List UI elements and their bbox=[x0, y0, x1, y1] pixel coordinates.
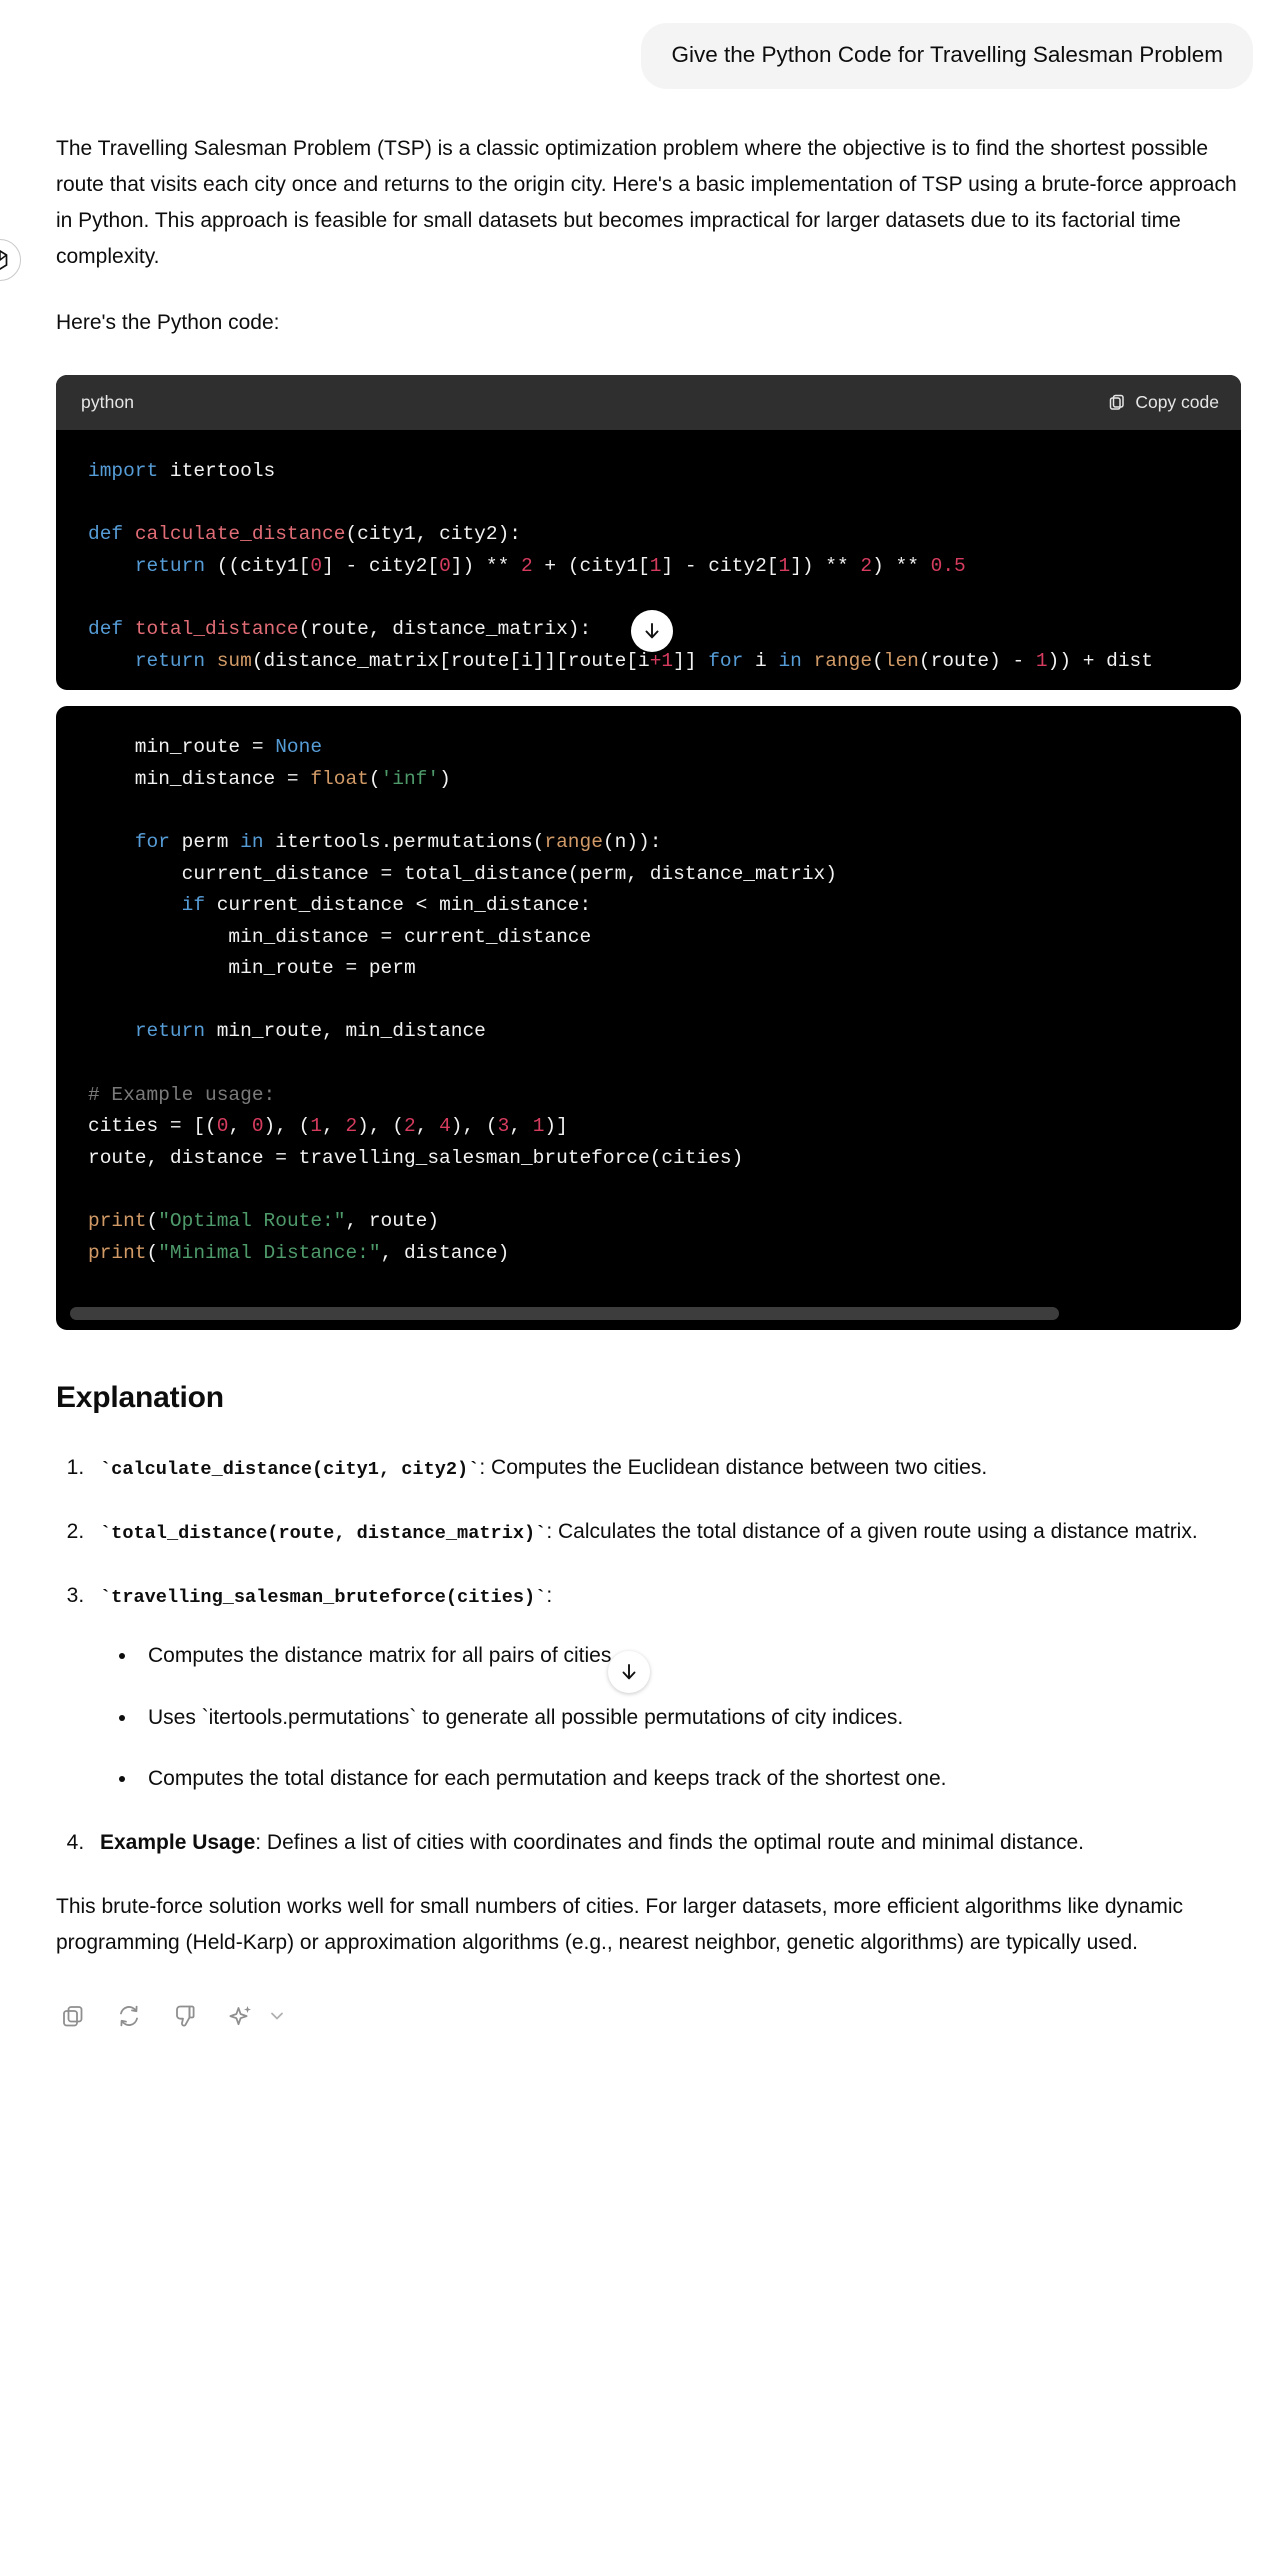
explanation-heading: Explanation bbox=[56, 1381, 224, 1415]
explanation-sublist: Computes the distance matrix for all pai… bbox=[100, 1638, 1221, 1797]
explanation-item-2-text: : Calculates the total distance of a giv… bbox=[546, 1519, 1198, 1543]
copy-icon bbox=[1108, 393, 1126, 411]
code-block-1: python Copy code import itertools def ca… bbox=[56, 375, 1241, 691]
arrow-down-icon bbox=[641, 620, 663, 642]
sparkle-icon[interactable] bbox=[226, 2001, 256, 2031]
explanation-subitem-3: Computes the total distance for each per… bbox=[138, 1761, 1221, 1797]
chevron-down-icon[interactable] bbox=[266, 2001, 288, 2031]
intro-paragraph: The Travelling Salesman Problem (TSP) is… bbox=[56, 136, 1237, 268]
scroll-to-bottom-button-1[interactable] bbox=[631, 610, 673, 653]
code-lead-in: Here's the Python code: bbox=[56, 311, 280, 335]
inline-code-calculate-distance: `calculate_distance(city1, city2)` bbox=[100, 1458, 480, 1480]
scroll-to-bottom-button-2[interactable] bbox=[608, 1650, 650, 1693]
explanation-item-3-text: : bbox=[546, 1583, 553, 1607]
thumbs-down-icon[interactable] bbox=[170, 2001, 200, 2031]
code-block-2-content[interactable]: min_route = None min_distance = float('i… bbox=[56, 706, 1241, 1295]
code-block-2: min_route = None min_distance = float('i… bbox=[56, 706, 1241, 1331]
explanation-item-2: `total_distance(route, distance_matrix)`… bbox=[90, 1514, 1221, 1550]
copy-icon[interactable] bbox=[58, 2001, 88, 2031]
user-message-row: Give the Python Code for Travelling Sale… bbox=[0, 0, 1281, 89]
regenerate-icon[interactable] bbox=[114, 2001, 144, 2031]
inline-code-total-distance: `total_distance(route, distance_matrix)` bbox=[100, 1522, 547, 1544]
assistant-message-row: The Travelling Salesman Problem (TSP) is… bbox=[0, 89, 1281, 2062]
code-block-separator bbox=[56, 690, 1241, 706]
assistant-body: The Travelling Salesman Problem (TSP) is… bbox=[0, 131, 1281, 2062]
copy-code-button[interactable]: Copy code bbox=[1108, 387, 1219, 417]
code-horizontal-scrollbar[interactable] bbox=[70, 1307, 1227, 1321]
explanation-item-1: `calculate_distance(city1, city2)`: Comp… bbox=[90, 1450, 1221, 1486]
explanation-item-4: Example Usage: Defines a list of cities … bbox=[90, 1825, 1221, 1861]
code-block-1-header: python Copy code bbox=[56, 375, 1241, 431]
code-language-label: python bbox=[81, 392, 135, 413]
user-message-text: Give the Python Code for Travelling Sale… bbox=[671, 42, 1223, 67]
copy-code-label: Copy code bbox=[1135, 392, 1219, 413]
explanation-item-4-label: Example Usage bbox=[100, 1831, 256, 1855]
message-action-bar bbox=[56, 1961, 1241, 2061]
arrow-down-icon bbox=[618, 1661, 640, 1683]
closing-paragraph: This brute-force solution works well for… bbox=[56, 1895, 1184, 1955]
code-scrollbar-thumb[interactable] bbox=[70, 1307, 1060, 1321]
explanation-subitem-1: Computes the distance matrix for all pai… bbox=[138, 1638, 1221, 1674]
explanation-item-4-text: : Defines a list of cities with coordina… bbox=[255, 1831, 1085, 1855]
user-message-bubble[interactable]: Give the Python Code for Travelling Sale… bbox=[641, 23, 1253, 89]
explanation-subitem-2: Uses `itertools.permutations` to generat… bbox=[138, 1700, 1221, 1736]
inline-code-travelling-salesman-bruteforce: `travelling_salesman_bruteforce(cities)` bbox=[100, 1586, 547, 1608]
explanation-item-3: `travelling_salesman_bruteforce(cities)`… bbox=[90, 1578, 1221, 1797]
explanation-item-1-text: : Computes the Euclidean distance betwee… bbox=[479, 1455, 988, 1479]
